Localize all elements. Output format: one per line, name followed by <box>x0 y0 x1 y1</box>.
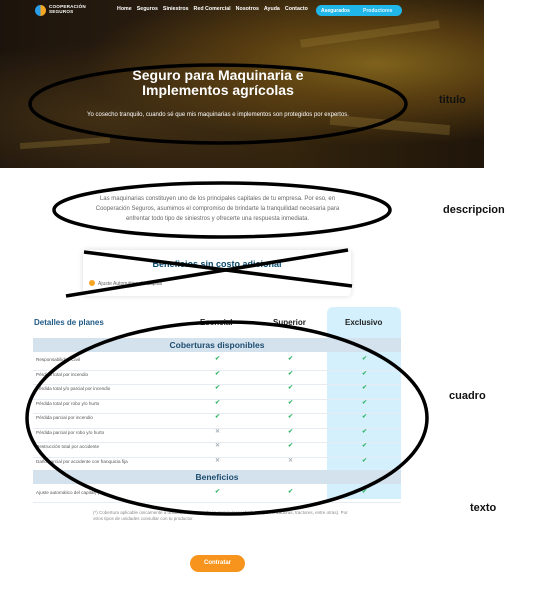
strike-line-2 <box>65 248 349 298</box>
ellipse-descripcion <box>52 181 392 239</box>
ellipse-titulo <box>28 63 408 145</box>
annotation-overlay <box>25 63 429 516</box>
ellipse-cuadro <box>25 320 429 516</box>
